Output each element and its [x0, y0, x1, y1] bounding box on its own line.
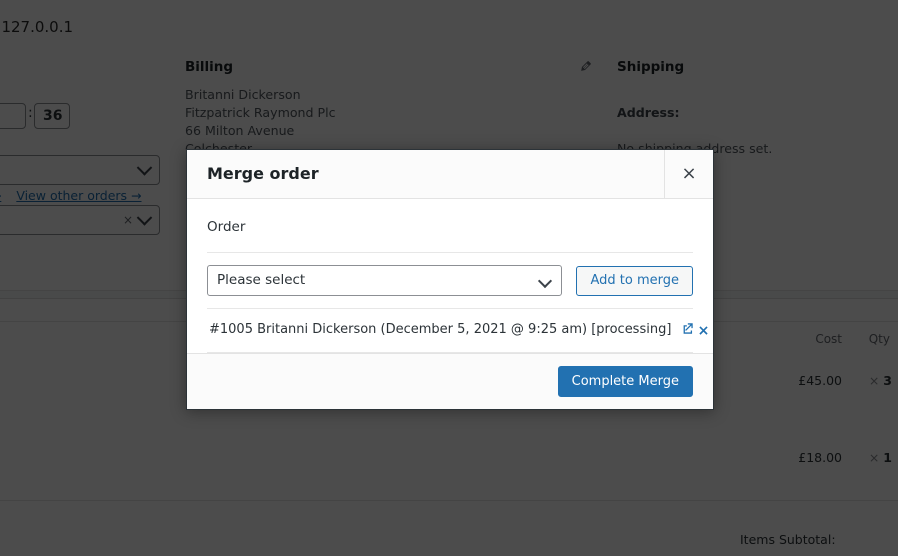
merged-order-text: #1005 Britanni Dickerson (December 5, 20…: [209, 322, 694, 339]
list-item: #1005 Britanni Dickerson (December 5, 20…: [207, 309, 709, 352]
modal-header: Merge order ×: [187, 150, 713, 199]
modal-footer: Complete Merge: [187, 353, 713, 409]
order-select-placeholder: Please select: [217, 272, 306, 288]
chevron-down-icon: [538, 273, 553, 289]
merge-order-modal: Merge order × Order Please select Add to…: [186, 149, 714, 410]
external-link-icon[interactable]: [681, 322, 694, 339]
remove-merged-order-button[interactable]: ×: [694, 323, 714, 339]
complete-merge-button[interactable]: Complete Merge: [557, 366, 693, 397]
modal-title: Merge order: [207, 164, 319, 183]
merged-order-label: #1005 Britanni Dickerson (December 5, 20…: [209, 322, 672, 337]
modal-body: Order Please select Add to merge #1005 B…: [187, 199, 713, 353]
close-icon[interactable]: ×: [664, 150, 713, 198]
order-select[interactable]: Please select: [207, 265, 563, 296]
merge-order-row: Please select Add to merge: [207, 253, 693, 308]
order-field-label: Order: [207, 219, 246, 235]
add-to-merge-button[interactable]: Add to merge: [576, 265, 693, 296]
